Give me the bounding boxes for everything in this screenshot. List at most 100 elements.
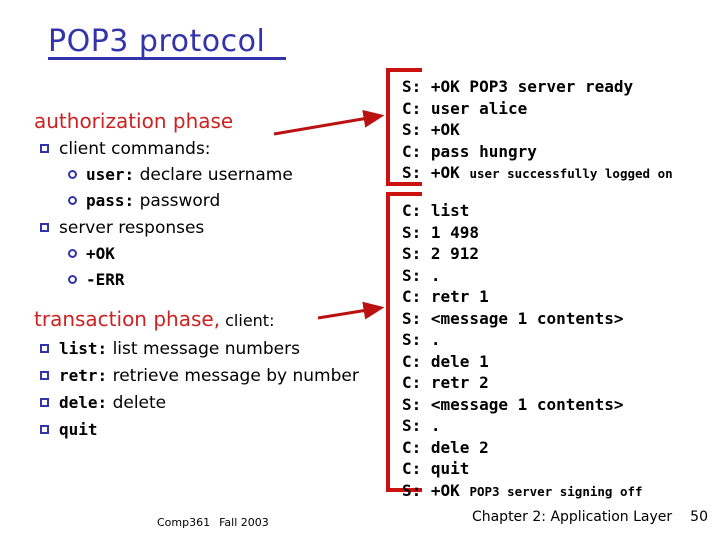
command-code: quit: [59, 420, 98, 439]
transcript-line-text: C: retr 1: [402, 287, 489, 306]
list-item: user: declare username: [68, 163, 384, 187]
list-item: +OK: [68, 242, 384, 266]
page-title-text: POP3 protocol: [48, 24, 266, 59]
authorization-phase-label: authorization phase: [34, 109, 234, 133]
transcript-line: C: dele 2: [402, 437, 716, 459]
transcript-line: S: +OK: [402, 119, 716, 141]
transcript-line-text: S: +OK: [402, 120, 460, 139]
footer-page-number: 50: [690, 509, 708, 525]
list-item-label: -ERR: [86, 268, 125, 292]
footer-chapter: Chapter 2: Application Layer: [471, 509, 673, 525]
transcript-line-text: C: retr 2: [402, 373, 489, 392]
transcript-line: S: +OK POP3 server signing off: [402, 480, 716, 503]
list-item: list: list message numbers: [40, 337, 384, 361]
square-bullet-icon: [40, 144, 49, 153]
transcript-line-text: S: +OK: [402, 480, 470, 500]
list-item: pass: password: [68, 189, 384, 213]
transcript-line: C: list: [402, 200, 716, 222]
transcript-line: C: quit: [402, 458, 716, 480]
transcript-line-text: C: list: [402, 201, 470, 220]
transcript-line: S: +OK user successfully logged on: [402, 162, 716, 185]
authorization-phase-heading: authorization phase: [34, 108, 384, 134]
list-item-label: pass: password: [86, 189, 220, 213]
transcript-line-text: C: dele 1: [402, 351, 489, 371]
list-item: retr: retrieve message by number: [40, 364, 384, 388]
command-code: list:: [59, 339, 108, 358]
transcript-line-text: C: quit: [402, 459, 470, 478]
list-item-label: dele: delete: [59, 391, 166, 415]
transcript-line: S: .: [402, 329, 716, 351]
page-title: POP3 protocol: [48, 24, 286, 60]
circle-bullet-icon: [68, 249, 77, 258]
list-item: -ERR: [68, 268, 384, 292]
footer-chapter-info: Chapter 2: Application Layer 50: [472, 509, 708, 525]
transcript-line-text: C: user alice: [402, 98, 528, 118]
transcript-line-text: S: <message 1 contents>: [402, 394, 624, 414]
transcript-line: S: 2 912: [402, 243, 716, 265]
transaction-transcript-box: C: list S: 1 498 S: 2 912 S: . C: retr 1…: [386, 192, 716, 500]
transcript-line: C: retr 1: [402, 286, 716, 308]
list-item: quit: [40, 418, 384, 442]
response-code: -ERR: [86, 270, 125, 289]
transaction-transcript-lines: C: list S: 1 498 S: 2 912 S: . C: retr 1…: [390, 196, 716, 506]
footer-course: Comp361: [157, 516, 211, 529]
transaction-phase-heading: transaction phase, client:: [34, 306, 384, 334]
square-bullet-icon: [40, 344, 49, 353]
authorization-transcript-box: S: +OK POP3 server ready C: user alice S…: [386, 68, 716, 186]
list-item-text: list message numbers: [107, 339, 300, 359]
list-item-label: +OK: [86, 242, 115, 266]
transaction-phase-sublabel: client:: [220, 311, 275, 330]
list-item: dele: delete: [40, 391, 384, 415]
list-item-text: retrieve message by number: [107, 366, 359, 386]
transcript-line: C: user alice: [402, 98, 716, 120]
transcript-line-text: S: .: [402, 330, 441, 349]
list-item: client commands:: [40, 137, 384, 161]
response-code: +OK: [86, 244, 115, 263]
transcript-line: S: +OK POP3 server ready: [402, 76, 716, 98]
circle-bullet-icon: [68, 196, 77, 205]
list-item-text: client commands:: [59, 139, 211, 159]
transcript-line-annotation: POP3 server signing off: [469, 483, 643, 499]
transcript-line-text: S: <message 1 contents>: [402, 308, 624, 328]
list-item-label: retr: retrieve message by number: [59, 364, 359, 388]
transcript-line-text: S: .: [402, 416, 441, 435]
left-content-column: authorization phase client commands: use…: [34, 108, 384, 442]
transcript-line: S: .: [402, 265, 716, 287]
transcript-line-text: C: pass hungry: [402, 141, 537, 161]
square-bullet-icon: [40, 425, 49, 434]
list-item-label: list: list message numbers: [59, 337, 300, 361]
circle-bullet-icon: [68, 275, 77, 284]
transcript-line-text: C: dele 2: [402, 437, 489, 457]
list-item: server responses: [40, 216, 384, 240]
authorization-transcript-lines: S: +OK POP3 server ready C: user alice S…: [390, 72, 716, 189]
command-code: user:: [86, 165, 135, 184]
list-item-text: delete: [107, 393, 167, 413]
command-code: dele:: [59, 393, 108, 412]
transcript-line: S: <message 1 contents>: [402, 394, 716, 416]
circle-bullet-icon: [68, 170, 77, 179]
transcript-line: S: .: [402, 415, 716, 437]
command-code: pass:: [86, 191, 135, 210]
transcript-line: C: dele 1: [402, 351, 716, 373]
square-bullet-icon: [40, 371, 49, 380]
list-item-text: password: [134, 191, 221, 211]
transcript-line-annotation: user successfully logged on: [469, 166, 673, 181]
square-bullet-icon: [40, 398, 49, 407]
transcript-line: S: 1 498: [402, 222, 716, 244]
list-item-label: client commands:: [59, 137, 211, 161]
transcript-line-text: S: 1 498: [402, 222, 480, 242]
square-bullet-icon: [40, 223, 49, 232]
transcript-line-text: S: +OK: [402, 163, 470, 182]
transcript-line-text: S: .: [402, 265, 441, 285]
list-item-label: server responses: [59, 216, 204, 240]
transcript-line-text: S: +OK POP3 server ready: [402, 77, 634, 96]
transcript-line-text: S: 2 912: [402, 244, 480, 263]
footer-term: Fall 2003: [219, 516, 269, 529]
list-item-text: server responses: [59, 218, 205, 238]
transaction-phase-label: transaction phase,: [34, 307, 221, 331]
transcript-line: C: pass hungry: [402, 141, 716, 163]
command-code: retr:: [59, 366, 108, 385]
transcript-line: C: retr 2: [402, 372, 716, 394]
transcript-line: S: <message 1 contents>: [402, 308, 716, 330]
